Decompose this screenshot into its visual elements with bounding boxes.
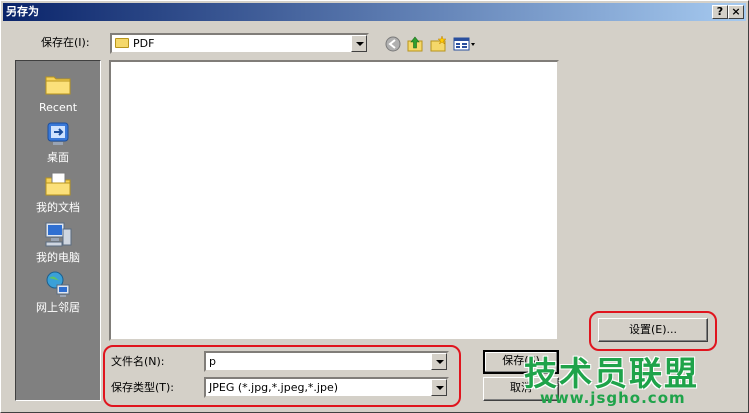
title-bar[interactable]: 另存为 ? ×	[3, 3, 746, 21]
place-label: 桌面	[47, 151, 69, 164]
place-my-documents[interactable]: 我的文档	[16, 169, 100, 215]
places-bar: Recent 桌面 我的文档 我的电脑 网上邻居	[15, 60, 101, 401]
chevron-down-icon[interactable]	[351, 35, 367, 52]
save-as-dialog: 另存为 ? × 保存在(I): PDF Recent 桌面 我的文档 我的电脑 …	[0, 0, 749, 413]
place-network[interactable]: 网上邻居	[16, 269, 100, 315]
chevron-down-icon[interactable]	[431, 379, 447, 396]
chevron-down-icon[interactable]	[431, 353, 447, 370]
place-recent[interactable]: Recent	[16, 69, 100, 115]
filetype-dropdown[interactable]: JPEG (*.jpg,*.jpeg,*.jpe)	[204, 377, 449, 398]
filetype-label: 保存类型(T):	[111, 381, 175, 394]
view-menu-icon[interactable]	[453, 35, 477, 53]
place-label: Recent	[38, 101, 78, 114]
save-in-value: PDF	[133, 37, 155, 50]
desktop-icon	[47, 122, 69, 145]
place-label: 我的电脑	[36, 251, 80, 264]
save-in-dropdown[interactable]: PDF	[110, 33, 369, 54]
filetype-value: JPEG (*.jpg,*.jpeg,*.jpe)	[209, 381, 339, 394]
close-button[interactable]: ×	[728, 5, 744, 19]
file-list[interactable]	[109, 60, 559, 341]
filename-input[interactable]: p	[204, 351, 449, 372]
place-label: 网上邻居	[36, 301, 80, 314]
save-button[interactable]: 保存(S)	[483, 350, 559, 374]
my-computer-icon	[45, 222, 72, 247]
new-folder-icon[interactable]	[429, 35, 447, 53]
place-desktop[interactable]: 桌面	[16, 119, 100, 165]
my-documents-icon	[45, 172, 71, 196]
watermark-url: www.jsgho.com	[540, 389, 686, 407]
cancel-button[interactable]: 取消	[483, 377, 559, 401]
back-icon[interactable]	[384, 35, 402, 53]
network-places-icon	[46, 271, 70, 297]
filename-value: p	[209, 355, 216, 368]
folder-icon	[115, 38, 129, 48]
recent-folder-icon	[45, 76, 71, 95]
settings-button[interactable]: 设置(E)...	[598, 318, 708, 342]
help-button[interactable]: ?	[712, 5, 728, 19]
place-label: 我的文档	[36, 201, 80, 214]
filename-label: 文件名(N):	[111, 355, 165, 368]
dialog-title: 另存为	[6, 5, 39, 18]
place-my-computer[interactable]: 我的电脑	[16, 219, 100, 265]
save-in-label: 保存在(I):	[41, 36, 90, 49]
up-folder-icon[interactable]	[406, 35, 424, 53]
